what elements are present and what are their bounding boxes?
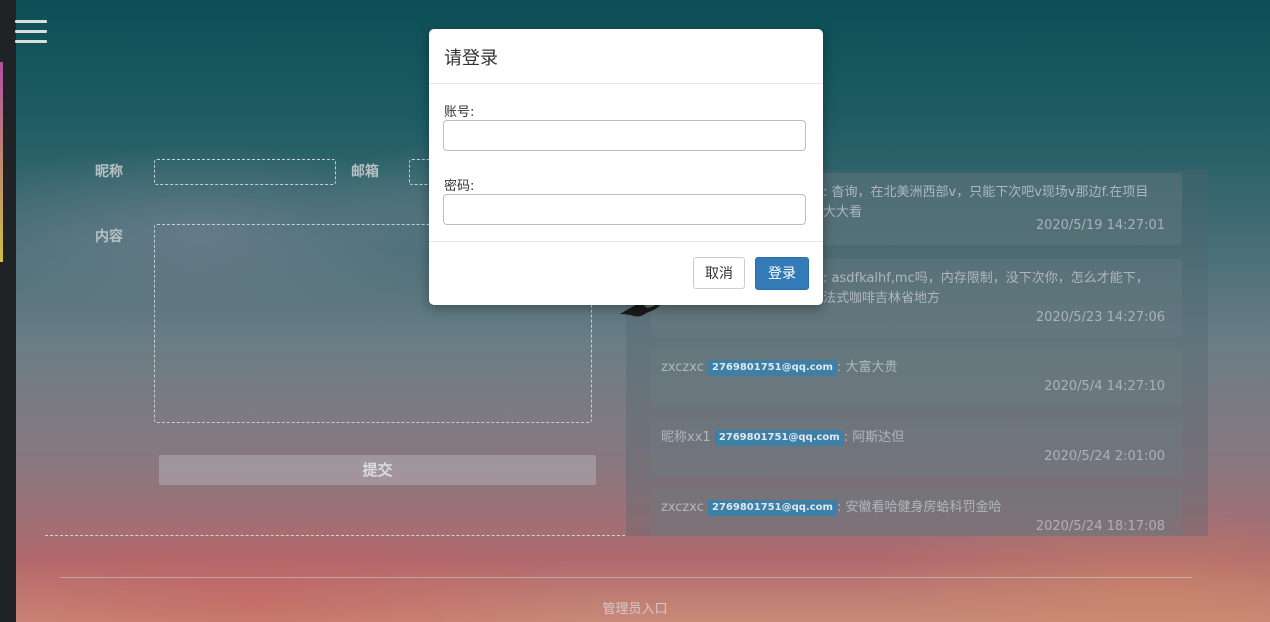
modal-footer: [429, 241, 823, 242]
message-author: 昵称xx1: [661, 430, 711, 445]
message-author: zxczxc: [661, 500, 704, 515]
password-label: 密码:: [444, 179, 475, 194]
message-item: zxczxc 2769801751@qq.com: 大富大贵 2020/5/4 …: [651, 348, 1182, 406]
message-text: : 杳询，在北美洲西部v，只能下次吧v现场v那边f.在项目: [823, 185, 1149, 200]
form-divider: [45, 535, 625, 536]
footer-divider: [60, 577, 1192, 578]
message-text: : 阿斯达但: [843, 430, 905, 445]
message-item: 昵称xx1 2769801751@qq.com: 阿斯达但 2020/5/24 …: [651, 418, 1182, 476]
account-label: 账号:: [444, 105, 475, 120]
message-text-continued: 大大看: [823, 205, 863, 220]
message-item: zxczxc 2769801751@qq.com: 安徽看哈健身房蛤科罚金哈 2…: [651, 488, 1182, 536]
login-modal: 请登录 账号: 密码: 取消 登录: [429, 29, 823, 305]
submit-button[interactable]: 提交: [159, 455, 596, 485]
email-badge: 2769801751@qq.com: [714, 430, 844, 446]
cancel-button[interactable]: 取消: [693, 257, 745, 289]
menu-icon[interactable]: [15, 20, 47, 46]
account-input[interactable]: [443, 120, 806, 151]
admin-entry-link[interactable]: 管理员入口: [0, 598, 1270, 617]
email-label: 邮箱: [351, 164, 379, 180]
modal-title: 请登录: [444, 48, 498, 69]
message-time: 2020/5/24 2:01:00: [1044, 449, 1165, 464]
email-badge: 2769801751@qq.com: [708, 500, 837, 516]
message-time: 2020/5/19 14:27:01: [1035, 218, 1165, 233]
message-time: 2020/5/24 18:17:08: [1035, 519, 1165, 534]
message-text: : 安徽看哈健身房蛤科罚金哈: [836, 500, 1002, 515]
content-label: 内容: [95, 229, 123, 245]
message-time: 2020/5/23 14:27:06: [1035, 310, 1165, 325]
password-input[interactable]: [443, 194, 806, 225]
sidebar-strip: [0, 0, 16, 622]
sidebar-accent: [0, 62, 3, 262]
nickname-input[interactable]: [154, 159, 336, 185]
login-button[interactable]: 登录: [755, 257, 809, 290]
message-text: : asdfkalhf,mc吗，内存限制，没下次你，怎么才能下，: [823, 271, 1149, 286]
message-text: : 大富大贵: [836, 360, 898, 375]
message-time: 2020/5/4 14:27:10: [1044, 379, 1165, 394]
message-author: zxczxc: [661, 360, 704, 375]
email-badge: 2769801751@qq.com: [708, 360, 837, 376]
message-text-continued: 法式咖啡吉林省地方: [823, 291, 941, 306]
nickname-label: 昵称: [95, 164, 123, 180]
